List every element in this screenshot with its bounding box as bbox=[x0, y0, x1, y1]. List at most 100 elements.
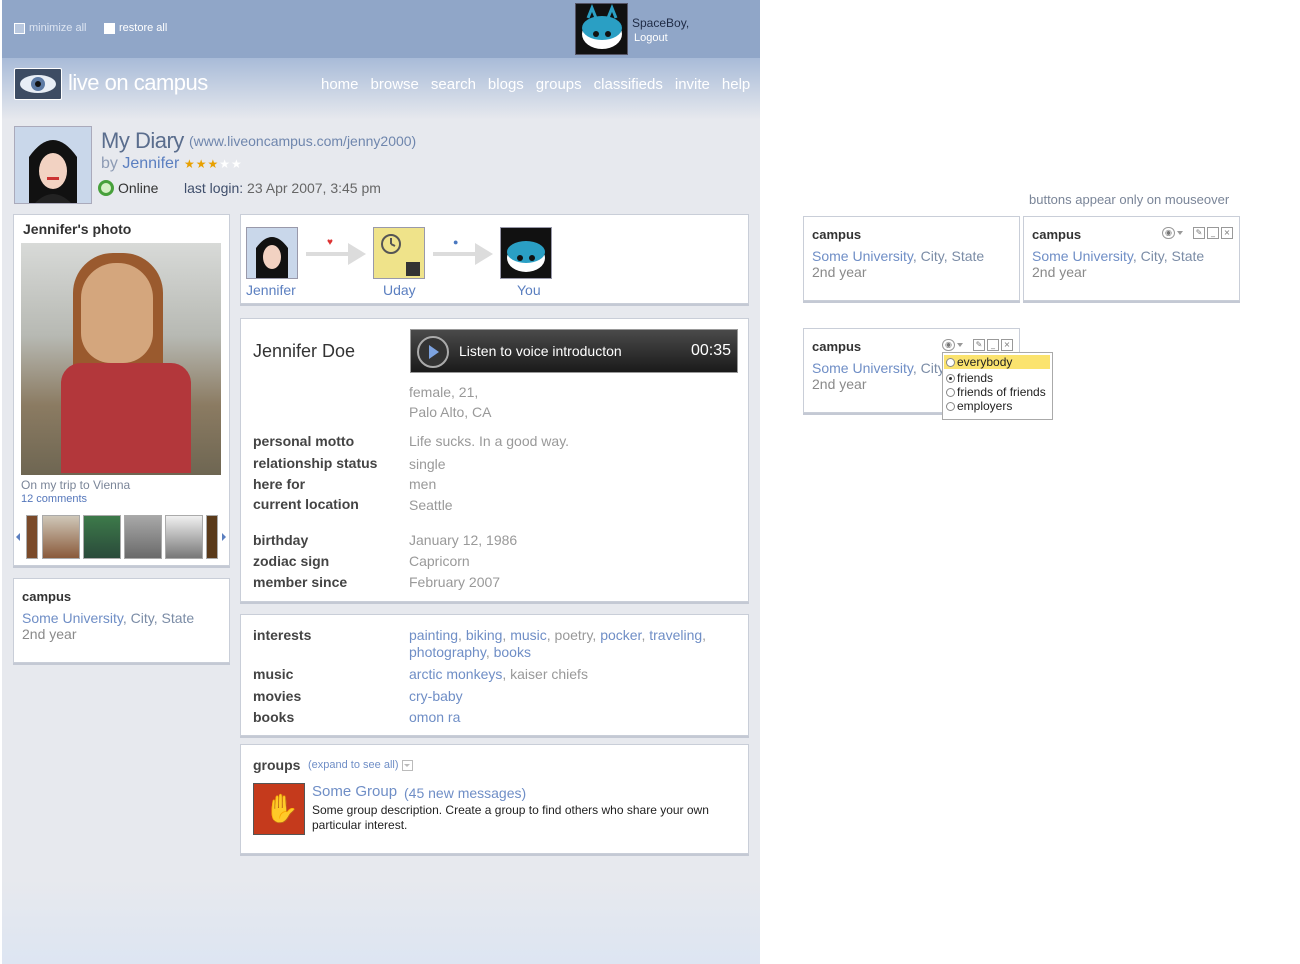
page-title: My Diary bbox=[101, 128, 184, 153]
interest-link[interactable]: music bbox=[510, 627, 547, 643]
thumbnail[interactable] bbox=[124, 515, 162, 559]
interest-link[interactable]: pocker bbox=[600, 627, 641, 643]
thumbnail[interactable] bbox=[206, 515, 218, 559]
panel-buttons: ◉ ✎ _ × bbox=[1162, 227, 1233, 239]
group-new-messages[interactable]: (45 new messages) bbox=[404, 785, 526, 801]
book-link[interactable]: omon ra bbox=[409, 709, 460, 725]
music-link[interactable]: arctic monkeys bbox=[409, 666, 502, 682]
panel-buttons: ◉ ✎ _ × bbox=[942, 339, 1013, 351]
field-value: January 12, 1986 bbox=[409, 532, 518, 548]
profile-avatar[interactable] bbox=[14, 126, 92, 204]
connection-name[interactable]: You bbox=[517, 282, 541, 298]
edit-icon[interactable]: ✎ bbox=[1193, 227, 1205, 239]
groups-panel: groups (expand to see all) Some Group (4… bbox=[240, 744, 749, 854]
minimize-all-control[interactable]: minimize all bbox=[14, 22, 86, 34]
university-link[interactable]: Some University bbox=[812, 360, 913, 376]
field-label: birthday bbox=[253, 532, 309, 548]
chevron-down-icon[interactable] bbox=[957, 343, 963, 347]
connection-you-photo[interactable] bbox=[500, 227, 552, 279]
music-label: music bbox=[253, 666, 294, 682]
expand-icon[interactable] bbox=[401, 759, 413, 771]
connection-arrow bbox=[433, 243, 493, 265]
nav-browse[interactable]: browse bbox=[371, 76, 419, 93]
minimize-icon[interactable]: _ bbox=[987, 339, 999, 351]
groups-expand[interactable]: (expand to see all) bbox=[308, 759, 413, 771]
edit-icon[interactable]: ✎ bbox=[973, 339, 985, 351]
interest-link[interactable]: books bbox=[494, 644, 531, 660]
main-photo[interactable] bbox=[21, 243, 221, 475]
nav-home[interactable]: home bbox=[321, 76, 359, 93]
university-link[interactable]: Some University bbox=[1032, 248, 1133, 264]
interest-link[interactable]: biking bbox=[466, 627, 503, 643]
campus-title: campus bbox=[22, 589, 72, 604]
interest-link[interactable]: traveling bbox=[649, 627, 702, 643]
privacy-option-employers[interactable]: employers bbox=[944, 399, 1050, 413]
privacy-option-everybody[interactable]: everybody bbox=[944, 355, 1050, 369]
visibility-icon[interactable]: ◉ bbox=[1162, 227, 1175, 239]
thumbs-next-icon[interactable] bbox=[222, 533, 226, 541]
group-name[interactable]: Some Group bbox=[312, 783, 397, 800]
nav-search[interactable]: search bbox=[431, 76, 476, 93]
thumbs-prev-icon[interactable] bbox=[16, 533, 20, 541]
interests-panel: interests painting, biking, music, poetr… bbox=[240, 614, 749, 736]
logo-text[interactable]: live on campus bbox=[68, 70, 208, 96]
restore-all-control[interactable]: restore all bbox=[104, 22, 167, 34]
author-name[interactable]: Jennifer bbox=[122, 155, 179, 172]
campus-title: campus bbox=[812, 339, 862, 354]
visibility-icon[interactable]: ◉ bbox=[942, 339, 955, 351]
field-value: Life sucks. In a good way. bbox=[409, 433, 570, 449]
university-link[interactable]: Some University bbox=[22, 610, 123, 626]
thumbnail[interactable] bbox=[165, 515, 203, 559]
logout-link[interactable]: Logout bbox=[634, 32, 668, 44]
voice-intro-player[interactable]: Listen to voice introducton 00:35 bbox=[410, 329, 738, 373]
connection-name[interactable]: Jennifer bbox=[246, 282, 296, 298]
play-icon[interactable] bbox=[417, 336, 449, 368]
user-avatar[interactable] bbox=[575, 3, 628, 55]
photo-panel: Jennifer's photo On my trip to Vienna 12… bbox=[13, 214, 230, 566]
privacy-option-friends-of-friends[interactable]: friends of friends bbox=[944, 385, 1050, 399]
movie-link[interactable]: cry-baby bbox=[409, 688, 463, 704]
close-icon[interactable]: × bbox=[1221, 227, 1233, 239]
thumbnail[interactable] bbox=[26, 515, 38, 559]
minimize-all-label: minimize all bbox=[29, 22, 87, 34]
interest-link[interactable]: painting bbox=[409, 627, 458, 643]
profile-url[interactable]: (www.liveoncampus.com/jenny2000) bbox=[189, 133, 416, 149]
groups-expand-label[interactable]: (expand to see all) bbox=[308, 759, 399, 771]
rating-stars-off: ★★ bbox=[219, 157, 243, 171]
campus-title: campus bbox=[1032, 227, 1082, 242]
movies-label: movies bbox=[253, 688, 302, 704]
chevron-down-icon[interactable] bbox=[1177, 231, 1183, 235]
minimize-icon[interactable]: _ bbox=[1207, 227, 1219, 239]
nav-blogs[interactable]: blogs bbox=[488, 76, 524, 93]
privacy-option-friends[interactable]: friends bbox=[944, 371, 1050, 385]
thumbnail[interactable] bbox=[83, 515, 121, 559]
logo-eye-icon[interactable] bbox=[14, 68, 62, 100]
books-label: books bbox=[253, 709, 295, 725]
nav-help[interactable]: help bbox=[722, 76, 750, 93]
music-list: arctic monkeys, kaiser chiefs bbox=[409, 666, 588, 682]
connection-uday-photo[interactable] bbox=[373, 227, 425, 279]
radio-selected-icon bbox=[946, 374, 955, 383]
nav-invite[interactable]: invite bbox=[675, 76, 710, 93]
group-hand-icon[interactable] bbox=[253, 783, 305, 835]
close-icon[interactable]: × bbox=[1001, 339, 1013, 351]
rating-stars-on: ★★★ bbox=[184, 157, 220, 171]
photo-panel-title: Jennifer's photo bbox=[23, 221, 132, 237]
campus-university: Some University, City bbox=[812, 360, 945, 376]
nav-classifieds[interactable]: classifieds bbox=[594, 76, 663, 93]
privacy-option-label: everybody bbox=[957, 355, 1013, 369]
university-link[interactable]: Some University bbox=[812, 248, 913, 264]
connection-jennifer-photo[interactable] bbox=[246, 227, 298, 279]
photo-comments-link[interactable]: 12 comments bbox=[21, 493, 87, 505]
nav-groups[interactable]: groups bbox=[536, 76, 582, 93]
main-nav: home browse search blogs groups classifi… bbox=[321, 76, 750, 93]
last-login-value: 23 Apr 2007, 3:45 pm bbox=[247, 180, 381, 196]
profile-name: Jennifer Doe bbox=[253, 341, 356, 361]
interest-link[interactable]: photography bbox=[409, 644, 486, 660]
campus-panel-default: campus Some University, City, State 2nd … bbox=[803, 216, 1020, 301]
campus-university: Some University, City, State bbox=[22, 610, 194, 626]
thumbnail[interactable] bbox=[42, 515, 80, 559]
connection-name[interactable]: Uday bbox=[383, 282, 416, 298]
group-description: Some group description. Create a group t… bbox=[312, 803, 709, 832]
field-label: current location bbox=[253, 496, 359, 512]
